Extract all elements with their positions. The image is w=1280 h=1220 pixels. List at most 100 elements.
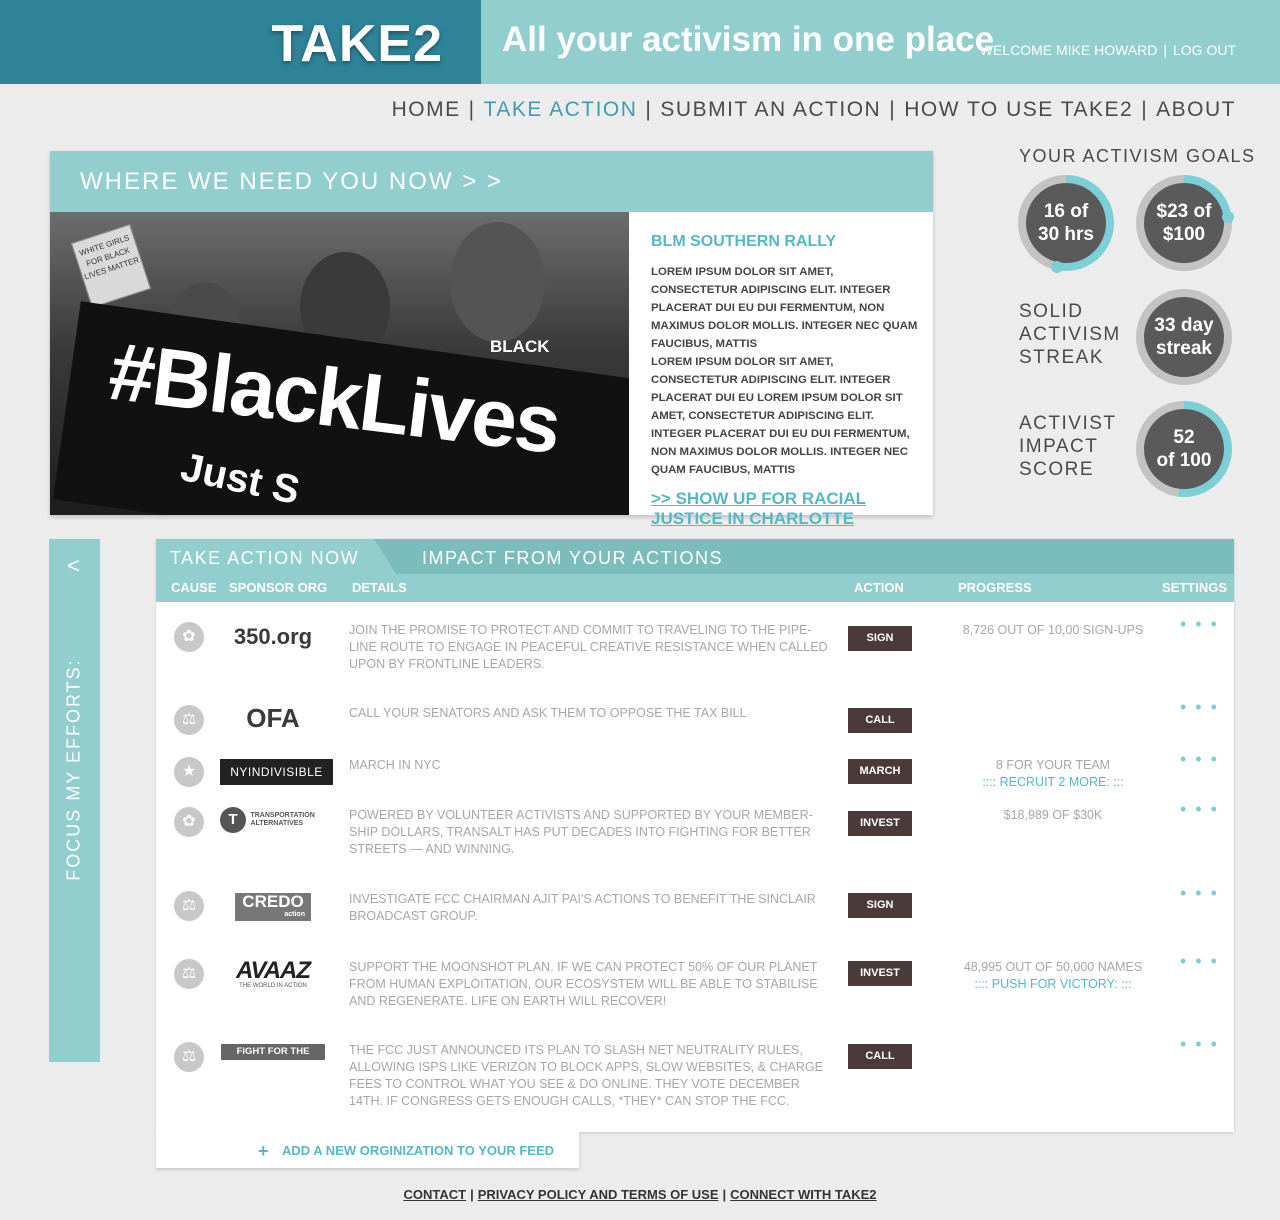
col-settings: SETTINGS bbox=[1162, 580, 1228, 595]
ta-logo-mark-icon: T bbox=[220, 807, 246, 833]
impact-ring[interactable]: 52 of 100 bbox=[1136, 401, 1232, 497]
logo-block: TAKE2 bbox=[0, 0, 481, 84]
settings-dots-icon[interactable]: • • • bbox=[1180, 1034, 1219, 1055]
ta-logo-text: TRANSPORTATION ALTERNATIVES bbox=[250, 812, 315, 827]
nav-how-to-use[interactable]: HOW TO USE TAKE2 bbox=[904, 98, 1133, 121]
streak-label: SOLID ACTIVISM STREAK bbox=[1019, 300, 1121, 369]
nav-separator: | bbox=[889, 98, 897, 121]
main-nav: HOME | TAKE ACTION | SUBMIT AN ACTION | HOW TO… bbox=[392, 98, 1236, 122]
settings-dots-icon[interactable]: • • • bbox=[1180, 749, 1219, 770]
action-details: THE FCC JUST ANNOUNCED ITS PLAN TO SLASH… bbox=[349, 1043, 823, 1108]
star-icon: ★ bbox=[174, 757, 204, 787]
scales-icon: ⚖ bbox=[174, 959, 204, 989]
scales-icon: ⚖ bbox=[174, 891, 204, 921]
impact-line1: 52 bbox=[1173, 427, 1195, 448]
sponsor-logo-nyindivisible[interactable]: NYINDIVISIBLE bbox=[220, 759, 333, 785]
credo-logo-sub: action bbox=[284, 911, 305, 918]
actions-tabs: TAKE ACTION NOW IMPACT FROM YOUR ACTIONS bbox=[156, 539, 1234, 574]
featured-heading: WHERE WE NEED YOU NOW > > bbox=[50, 151, 933, 212]
featured-text: LOREM IPSUM DOLOR SIT AMET, CONSECTETUR … bbox=[651, 356, 910, 476]
plus-icon: + bbox=[258, 1141, 269, 1161]
col-details: DETAILS bbox=[352, 580, 407, 595]
call-button[interactable]: CALL bbox=[848, 708, 912, 733]
hours-goal-value: 16 of 30 hrs bbox=[1026, 183, 1106, 263]
progress-text: 48,995 OUT OF 50,000 NAMES bbox=[963, 960, 1143, 974]
nav-home[interactable]: HOME bbox=[392, 98, 461, 121]
recruit-link[interactable]: :::: RECRUIT 2 MORE: ::: bbox=[946, 774, 1160, 791]
footer-connect-link[interactable]: CONNECT WITH TAKE2 bbox=[730, 1187, 876, 1202]
streak-line1: 33 day bbox=[1154, 315, 1214, 336]
impact-label: ACTIVIST IMPACT SCORE bbox=[1019, 412, 1117, 481]
progress-text: 8,726 OUT OF 10,00 SIGN-UPS bbox=[962, 623, 1144, 637]
add-organization-button[interactable]: + ADD A NEW ORGINIZATION TO YOUR FEED bbox=[156, 1132, 579, 1168]
scales-icon: ⚖ bbox=[174, 705, 204, 735]
nav-submit-action[interactable]: SUBMIT AN ACTION bbox=[660, 98, 881, 121]
invest-button[interactable]: INVEST bbox=[848, 811, 912, 836]
welcome-user: WELCOME MIKE HOWARD bbox=[979, 42, 1158, 58]
nav-separator: | bbox=[645, 98, 653, 121]
settings-dots-icon[interactable]: • • • bbox=[1180, 883, 1219, 904]
hours-goal-ring[interactable]: 16 of 30 hrs bbox=[1018, 175, 1114, 273]
impact-label-line: IMPACT bbox=[1019, 436, 1099, 457]
goals-title: YOUR ACTIVISM GOALS bbox=[1019, 146, 1256, 166]
sponsor-logo-avaaz[interactable]: AVAAZ THE WORLD IN ACTION bbox=[220, 959, 326, 990]
settings-dots-icon[interactable]: • • • bbox=[1180, 614, 1219, 635]
credo-logo-text: CREDO bbox=[242, 892, 304, 911]
sponsor-logo-transportation-alternatives[interactable]: T TRANSPORTATION ALTERNATIVES bbox=[220, 807, 326, 833]
leaf-icon: ✿ bbox=[174, 622, 204, 652]
protest-placard: WHITE GIRLS FOR BLACK LIVES MATTER bbox=[71, 224, 151, 308]
featured-body: BLM SOUTHERN RALLY LOREM IPSUM DOLOR SIT… bbox=[651, 233, 921, 529]
settings-dots-icon[interactable]: • • • bbox=[1180, 697, 1219, 718]
action-details: POWERED BY VOLUNTEER ACTIVISTS AND SUPPO… bbox=[349, 808, 813, 856]
progress-text: $18,989 OF $30K bbox=[1003, 808, 1103, 822]
streak-label-line: SOLID bbox=[1019, 301, 1084, 322]
invest-button[interactable]: INVEST bbox=[848, 961, 912, 986]
impact-label-line: SCORE bbox=[1019, 459, 1095, 480]
settings-dots-icon[interactable]: • • • bbox=[1180, 951, 1219, 972]
avaaz-logo-sub: THE WORLD IN ACTION bbox=[239, 983, 307, 989]
featured-text: LOREM IPSUM DOLOR SIT AMET, CONSECTETUR … bbox=[651, 266, 918, 350]
tagline: All your activism in one place bbox=[502, 20, 995, 59]
actions-panel: TAKE ACTION NOW IMPACT FROM YOUR ACTIONS… bbox=[156, 539, 1234, 1132]
chevron-left-icon[interactable]: < bbox=[67, 553, 80, 579]
footer-separator: | bbox=[722, 1187, 727, 1202]
sponsor-logo-ofa[interactable]: OFA bbox=[220, 703, 326, 734]
hours-goal-line2: 30 hrs bbox=[1038, 224, 1094, 245]
logo[interactable]: TAKE2 bbox=[271, 14, 443, 74]
impact-value: 52 of 100 bbox=[1144, 409, 1224, 489]
separator: | bbox=[1163, 42, 1167, 58]
sponsor-logo-350[interactable]: 350.org bbox=[220, 624, 326, 650]
action-details: INVESTIGATE FCC CHAIRMAN AJIT PAI'S ACTI… bbox=[349, 892, 816, 923]
column-headers: CAUSE SPONSOR ORG DETAILS ACTION PROGRES… bbox=[156, 574, 1234, 602]
footer-contact-link[interactable]: CONTACT bbox=[403, 1187, 466, 1202]
tab-take-action-now[interactable]: TAKE ACTION NOW bbox=[156, 539, 396, 574]
action-details: JOIN THE PROMISE TO PROTECT AND COMMIT T… bbox=[349, 623, 828, 671]
sign-button[interactable]: SIGN bbox=[848, 893, 912, 918]
streak-ring[interactable]: 33 day streak bbox=[1136, 289, 1232, 385]
action-details: SUPPORT THE MOONSHOT PLAN. IF WE CAN PRO… bbox=[349, 960, 818, 1008]
action-details: MARCH IN NYC bbox=[349, 758, 441, 772]
nav-take-action[interactable]: TAKE ACTION bbox=[484, 98, 638, 121]
tab-impact[interactable]: IMPACT FROM YOUR ACTIONS bbox=[422, 539, 723, 574]
logout-link[interactable]: LOG OUT bbox=[1173, 42, 1236, 58]
call-button[interactable]: CALL bbox=[848, 1044, 912, 1069]
push-link[interactable]: :::: PUSH FOR VICTORY: ::: bbox=[946, 976, 1160, 993]
sponsor-logo-credo[interactable]: CREDO action bbox=[235, 893, 311, 921]
streak-label-line: STREAK bbox=[1019, 347, 1105, 368]
focus-efforts-tab[interactable]: < FOCUS MY EFFORTS: bbox=[49, 539, 100, 1062]
sign-button[interactable]: SIGN bbox=[848, 626, 912, 651]
protester-figure bbox=[450, 222, 545, 342]
march-button[interactable]: MARCH bbox=[848, 759, 912, 784]
nav-about[interactable]: ABOUT bbox=[1156, 98, 1236, 121]
hours-goal-line1: 16 of bbox=[1043, 201, 1089, 222]
action-details: CALL YOUR SENATORS AND ASK THEM TO OPPOS… bbox=[349, 706, 747, 720]
money-goal-ring[interactable]: $23 of $100 bbox=[1136, 175, 1234, 271]
settings-dots-icon[interactable]: • • • bbox=[1180, 799, 1219, 820]
featured-action-card: WHERE WE NEED YOU NOW > > WHITE GIRLS FO… bbox=[50, 151, 933, 528]
footer-privacy-link[interactable]: PRIVACY POLICY AND TERMS OF USE bbox=[478, 1187, 719, 1202]
sponsor-logo-fight-for-the-future[interactable]: FIGHT FOR THE FUTURE bbox=[221, 1044, 325, 1073]
featured-photo[interactable]: WHITE GIRLS FOR BLACK LIVES MATTER BLACK… bbox=[50, 212, 629, 515]
footer-separator: | bbox=[470, 1187, 474, 1202]
streak-line2: streak bbox=[1156, 338, 1212, 359]
featured-link[interactable]: >> SHOW UP FOR RACIAL JUSTICE IN CHARLOT… bbox=[651, 489, 921, 529]
